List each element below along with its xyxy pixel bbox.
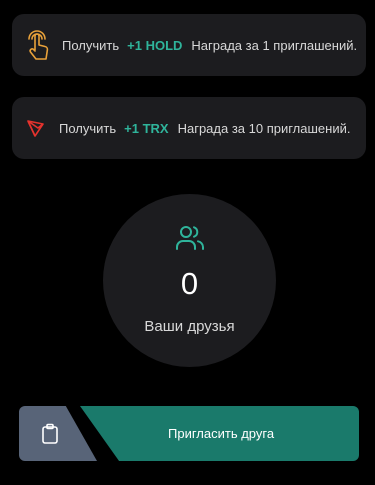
copy-link-button[interactable] [19,406,97,461]
friends-count: 0 [180,266,199,301]
reward-card-hold: Получить +1 HOLD Награда за 1 приглашени… [12,14,366,76]
clipboard-icon [40,423,60,445]
reward-description: Награда за 1 приглашений. [191,37,358,53]
reward-description: Награда за 10 приглашений. [177,120,351,136]
tap-hand-icon [23,26,53,64]
reward-card-trx: Получить +1 TRX Награда за 10 приглашени… [12,97,366,159]
invite-friend-label: Пригласить друга [168,426,275,441]
reward-amount: +1 TRX [124,120,169,136]
invite-friend-button[interactable]: Пригласить друга [80,406,359,461]
reward-prefix: Получить [62,37,120,53]
reward-amount: +1 HOLD [127,37,183,53]
tron-icon [26,118,46,138]
reward-prefix: Получить [59,120,117,136]
friends-label: Ваши друзья [144,318,235,335]
users-icon [175,224,205,252]
friends-counter: 0 Ваши друзья [103,194,276,367]
